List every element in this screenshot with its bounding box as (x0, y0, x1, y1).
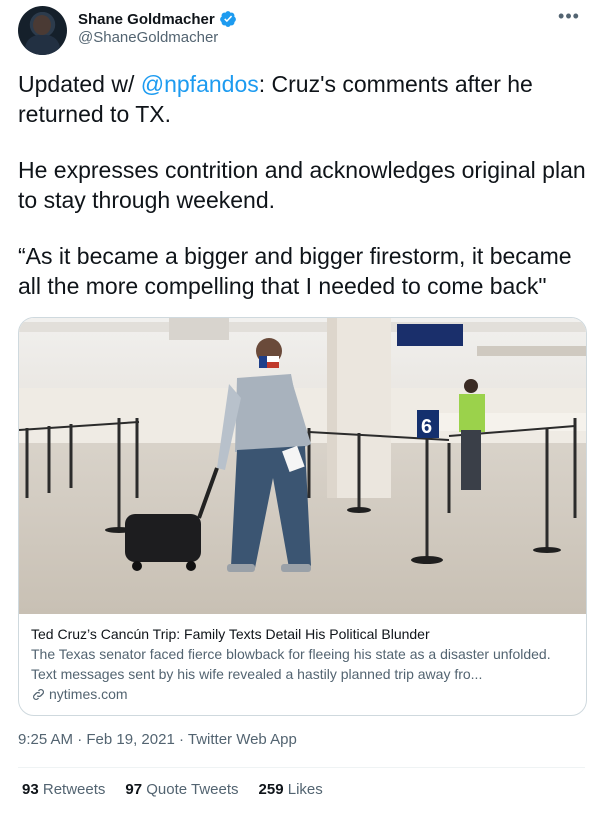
tweet-date[interactable]: Feb 19, 2021 (86, 731, 174, 748)
tweet-lead-prefix: Updated w/ (18, 71, 141, 97)
retweets-count: 93 (22, 781, 39, 798)
author-handle[interactable]: @ShaneGoldmacher (78, 29, 218, 46)
avatar-body (25, 35, 60, 55)
meta-separator: · (73, 731, 87, 748)
tweet-body: Updated w/ @npfandos: Cruz's comments af… (18, 69, 588, 327)
card-domain[interactable]: nytimes.com (31, 684, 576, 704)
card-title[interactable]: Ted Cruz’s Cancún Trip: Family Texts Det… (31, 624, 576, 644)
card-domain-label: nytimes.com (49, 686, 128, 702)
meta-separator-2: · (174, 731, 188, 748)
verified-badge-icon (219, 11, 236, 27)
engagement-stats: 93 Retweets 97 Quote Tweets 259 Likes (22, 781, 323, 798)
avatar-face (33, 15, 51, 35)
name-row: Shane Goldmacher (78, 10, 237, 28)
card-description: The Texas senator faced fierce blowback … (31, 646, 551, 682)
card-text: Ted Cruz’s Cancún Trip: Family Texts Det… (31, 624, 576, 704)
likes-label: Likes (287, 781, 323, 798)
gate-sign-label: 6 (421, 416, 432, 438)
likes-stat[interactable]: 259 Likes (259, 781, 323, 798)
avatar[interactable] (18, 6, 67, 55)
quotes-count: 97 (125, 781, 143, 798)
tweet-time[interactable]: 9:25 AM (18, 731, 73, 748)
tweet-header: Shane Goldmacher @ShaneGoldmacher ••• (18, 6, 584, 55)
more-horizontal-icon[interactable]: ••• (554, 6, 584, 28)
quote-tweets-stat[interactable]: 97 Quote Tweets (125, 781, 238, 798)
tweet-meta: 9:25 AM · Feb 19, 2021 · Twitter Web App (18, 731, 297, 748)
link-icon (33, 688, 44, 700)
mention-link[interactable]: @npfandos (141, 71, 259, 97)
link-card[interactable]: 6 Ted Cruz’s Cancún Trip: Family Texts D… (18, 317, 587, 716)
divider (18, 767, 585, 768)
quotes-label: Quote Tweets (146, 781, 239, 798)
retweets-label: Retweets (42, 781, 106, 798)
tweet-paragraph-2: He expresses contrition and acknowledges… (18, 157, 586, 213)
tweet-paragraph-1: Updated w/ @npfandos: Cruz's comments af… (18, 69, 588, 129)
tweet-source[interactable]: Twitter Web App (188, 731, 297, 748)
display-name[interactable]: Shane Goldmacher (78, 11, 215, 28)
likes-count: 259 (258, 781, 284, 798)
tweet-paragraph-3: “As it became a bigger and bigger firest… (18, 243, 572, 299)
article-photo[interactable]: 6 (19, 318, 586, 614)
retweets-stat[interactable]: 93 Retweets (22, 781, 105, 798)
